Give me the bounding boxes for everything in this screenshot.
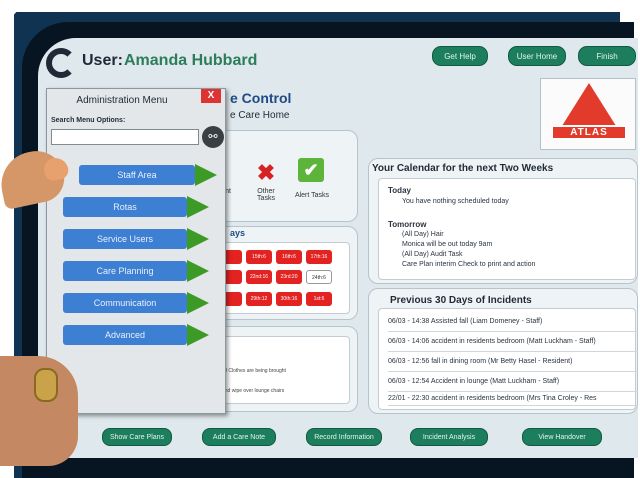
menu-item-care-planning[interactable]: Care Planning bbox=[63, 261, 187, 281]
administration-menu: Administration Menu X Search Menu Option… bbox=[46, 88, 226, 414]
incidents-title: Previous 30 Days of Incidents bbox=[390, 295, 532, 306]
arrow-right-icon bbox=[187, 228, 209, 250]
menu-item-advanced[interactable]: Advanced bbox=[63, 325, 187, 345]
get-help-button[interactable]: Get Help bbox=[432, 46, 488, 66]
day-cell[interactable]: 17th:16 bbox=[306, 250, 332, 264]
incident-row[interactable]: 06/03 - 14:38 Assisted fall (Liam Domene… bbox=[388, 312, 638, 332]
calendar-today-label: Today bbox=[388, 186, 411, 195]
calendar-today-text: You have nothing scheduled today bbox=[402, 198, 509, 205]
user-home-button[interactable]: User Home bbox=[508, 46, 566, 66]
calendar-entry: Monica will be out today 9am bbox=[402, 241, 493, 248]
day-cell[interactable]: 16th:6 bbox=[276, 250, 302, 264]
incident-row[interactable]: 06/03 - 12:56 fall in dining room (Mr Be… bbox=[388, 352, 638, 372]
incident-row[interactable]: 22/01 - 22:30 accident in residents bedr… bbox=[388, 392, 638, 406]
other-tasks-icon[interactable]: ✖ bbox=[254, 160, 278, 186]
arrow-right-icon bbox=[187, 292, 209, 314]
view-handover-button[interactable]: View Handover bbox=[522, 428, 602, 446]
day-cell[interactable]: 24th:6 bbox=[306, 270, 332, 284]
incident-row[interactable]: 06/03 - 14:06 accident in residents bedr… bbox=[388, 332, 638, 352]
admin-menu-title: Administration Menu bbox=[76, 95, 168, 106]
calendar-tomorrow-label: Tomorrow bbox=[388, 220, 427, 229]
incident-row[interactable]: 06/03 - 12:54 Accident in lounge (Matt L… bbox=[388, 372, 638, 392]
search-label: Search Menu Options: bbox=[51, 117, 126, 124]
arrow-right-icon bbox=[187, 324, 209, 346]
arrow-right-icon bbox=[187, 196, 209, 218]
calendar-entry: (All Day) Audit Task bbox=[402, 251, 463, 258]
calendar-entry: (All Day) Hair bbox=[402, 231, 444, 238]
add-care-note-button[interactable]: Add a Care Note bbox=[202, 428, 276, 446]
photo-border-top bbox=[0, 0, 640, 12]
other-tasks-label: Other Tasks bbox=[257, 188, 275, 202]
finish-button[interactable]: Finish bbox=[578, 46, 636, 66]
note-line: and wipe over lounge chairs bbox=[222, 388, 285, 394]
record-information-button[interactable]: Record Information bbox=[306, 428, 382, 446]
incident-analysis-button[interactable]: Incident Analysis bbox=[410, 428, 488, 446]
days-header: ays bbox=[230, 228, 246, 238]
search-input[interactable] bbox=[51, 129, 199, 145]
day-cell[interactable]: 30th:16 bbox=[276, 292, 302, 306]
tablet-screen: User: Amanda Hubbard Get Help User Home … bbox=[38, 38, 638, 458]
atlas-logo-text: ATLAS bbox=[551, 125, 627, 140]
menu-item-staff-area[interactable]: Staff Area bbox=[79, 165, 195, 185]
menu-item-rotas[interactable]: Rotas bbox=[63, 197, 187, 217]
day-cell[interactable]: 29th:12 bbox=[246, 292, 272, 306]
page-title: e Control bbox=[230, 90, 292, 106]
day-cell[interactable]: 15th:6 bbox=[246, 250, 272, 264]
calendar-title: Your Calendar for the next Two Weeks bbox=[372, 163, 554, 174]
day-cell[interactable]: 23rd:20 bbox=[276, 270, 302, 284]
note-line: all Clothes are being brought bbox=[222, 368, 286, 374]
day-cell[interactable]: 22nd:16 bbox=[246, 270, 272, 284]
menu-item-service-users[interactable]: Service Users bbox=[63, 229, 187, 249]
show-care-plans-button[interactable]: Show Care Plans bbox=[102, 428, 172, 446]
user-name: Amanda Hubbard bbox=[124, 52, 258, 69]
alert-tasks-label: Alert Tasks bbox=[294, 192, 330, 199]
app-logo-icon bbox=[46, 48, 76, 78]
binoculars-search-icon[interactable]: ⚯ bbox=[202, 126, 224, 148]
alert-tasks-icon[interactable]: ✔ bbox=[298, 158, 324, 182]
calendar-entry: Care Plan interim Check to print and act… bbox=[402, 261, 536, 268]
arrow-right-icon bbox=[187, 260, 209, 282]
ring bbox=[34, 368, 58, 402]
day-cell[interactable]: 1st:6 bbox=[306, 292, 332, 306]
atlas-logo: ATLAS bbox=[540, 78, 636, 150]
arrow-right-icon bbox=[195, 164, 217, 186]
menu-item-communication[interactable]: Communication bbox=[63, 293, 187, 313]
close-icon[interactable]: X bbox=[201, 89, 221, 103]
page-subtitle: e Care Home bbox=[230, 110, 290, 121]
user-label: User: bbox=[82, 52, 123, 69]
